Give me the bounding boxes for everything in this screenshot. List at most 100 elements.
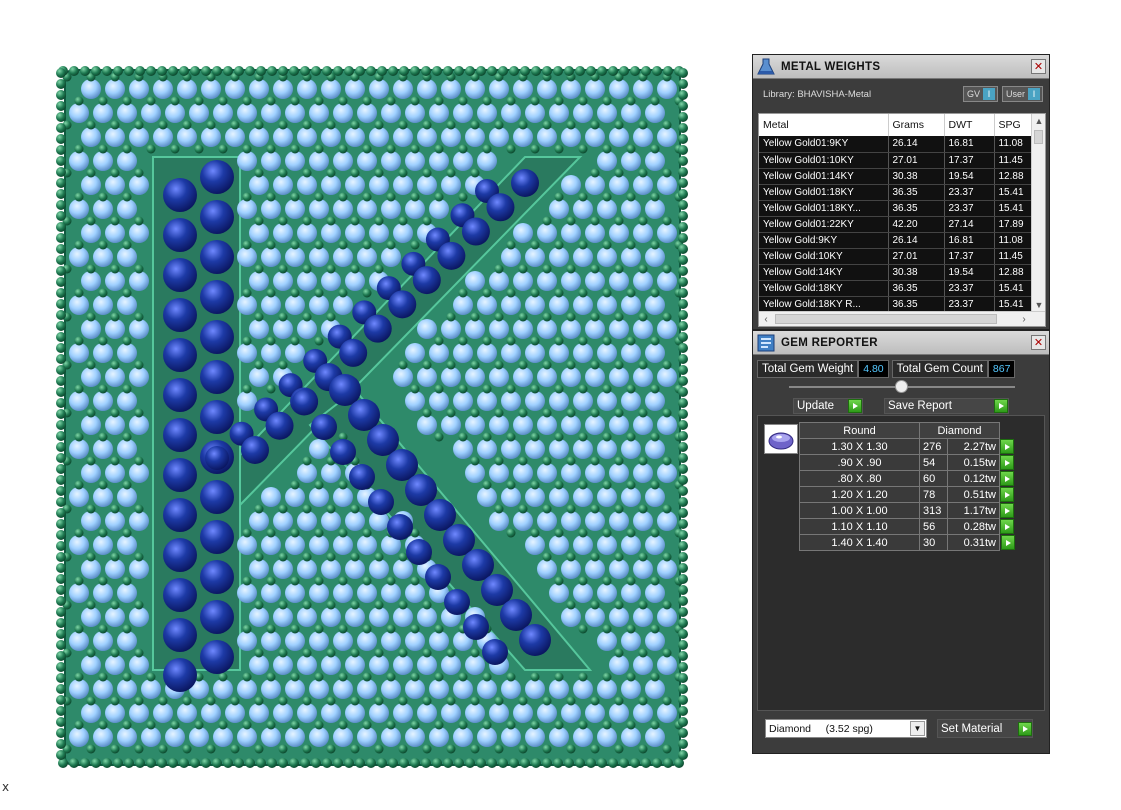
play-icon	[848, 399, 862, 413]
metal-row[interactable]: Yellow Gold01:22KY 42.20 27.14 17.89	[759, 216, 1035, 233]
gem-reporter-titlebar[interactable]: GEM REPORTER ✕	[753, 331, 1049, 355]
scroll-up-icon[interactable]: ▲	[1032, 114, 1045, 128]
metal-row[interactable]: Yellow Gold:18KY 36.35 23.37 15.41	[759, 280, 1035, 297]
metal-row[interactable]: Yellow Gold:18KY R... 36.35 23.37 15.41	[759, 296, 1035, 313]
melee-gem	[602, 624, 612, 634]
melee-gem	[110, 312, 120, 322]
metal-column-header[interactable]: DWT	[944, 114, 995, 136]
border-bead	[56, 255, 66, 265]
vertical-scroll-thumb[interactable]	[1034, 130, 1043, 144]
melee-gem	[134, 216, 144, 226]
light-gem	[297, 463, 317, 483]
melee-gem	[554, 144, 564, 154]
border-bead	[575, 66, 585, 76]
metal-row[interactable]: Yellow Gold:9KY 26.14 16.81 11.08	[759, 232, 1035, 249]
metal-table-vertical-scrollbar[interactable]: ▲ ▼	[1031, 114, 1045, 312]
light-gem	[549, 679, 569, 699]
gem-row-select-button[interactable]	[1000, 439, 1015, 455]
scroll-down-icon[interactable]: ▼	[1032, 298, 1045, 312]
horizontal-scroll-thumb[interactable]	[775, 314, 997, 324]
scroll-left-icon[interactable]: ‹	[759, 312, 773, 326]
light-gem	[117, 487, 137, 507]
gem-row-select-button[interactable]	[1000, 519, 1015, 535]
gem-row-select-button[interactable]	[1000, 535, 1015, 551]
metal-column-header[interactable]: Grams	[888, 114, 945, 136]
melee-gem	[626, 336, 636, 346]
metal-row[interactable]: Yellow Gold:14KY 30.38 19.54 12.88	[759, 264, 1035, 281]
light-gem	[597, 151, 617, 171]
dark-gem	[339, 338, 368, 367]
melee-gem	[98, 432, 108, 442]
border-bead	[91, 66, 101, 76]
melee-gem	[134, 408, 144, 418]
update-button[interactable]: Update	[793, 398, 863, 414]
gv-toggle[interactable]: GV I	[962, 86, 998, 102]
metal-table-horizontal-scrollbar[interactable]: ‹ ›	[759, 311, 1045, 326]
light-gem	[573, 199, 593, 219]
pendant-3d-viewport[interactable]	[55, 65, 695, 770]
border-bead	[678, 607, 688, 617]
metal-row[interactable]: Yellow Gold01:18KY 36.35 23.37 15.41	[759, 184, 1035, 201]
light-gem	[285, 103, 305, 123]
save-report-button[interactable]: Save Report	[884, 398, 1009, 414]
scroll-right-icon[interactable]: ›	[1017, 312, 1031, 326]
melee-gem	[482, 336, 492, 346]
melee-gem	[446, 744, 456, 754]
gem-row-select-button[interactable]	[1000, 487, 1015, 503]
melee-gem	[542, 360, 552, 370]
border-bead	[377, 66, 387, 76]
metal-cell: 11.08	[994, 136, 1035, 153]
melee-gem	[122, 288, 132, 298]
metal-row[interactable]: Yellow Gold01:18KY... 36.35 23.37 15.41	[759, 200, 1035, 217]
melee-gem	[170, 144, 180, 154]
set-material-button[interactable]: Set Material	[937, 719, 1033, 738]
light-gem	[393, 559, 413, 579]
light-gem	[417, 607, 437, 627]
light-gem	[429, 679, 449, 699]
light-gem	[105, 175, 125, 195]
border-bead	[520, 66, 530, 76]
material-select[interactable]: Diamond (3.52 spg) ▼	[765, 719, 927, 738]
melee-gem	[422, 696, 432, 706]
metal-column-header[interactable]: SPG	[994, 114, 1035, 136]
gem-slider-knob[interactable]	[895, 380, 908, 393]
close-icon[interactable]: ✕	[1031, 59, 1046, 74]
melee-gem	[386, 624, 396, 634]
gem-row-select-button[interactable]	[1000, 503, 1015, 519]
metal-column-header[interactable]: Metal	[759, 114, 889, 136]
gem-row-select-button[interactable]	[1000, 455, 1015, 471]
metal-row[interactable]: Yellow Gold:10KY 27.01 17.37 11.45	[759, 248, 1035, 265]
melee-gem	[86, 504, 96, 514]
gem-row-select-button[interactable]	[1000, 471, 1015, 487]
dark-gem	[200, 320, 234, 354]
metal-cell: 23.37	[944, 280, 995, 297]
melee-gem	[614, 504, 624, 514]
melee-gem	[602, 720, 612, 730]
melee-gem	[398, 216, 408, 226]
border-bead	[311, 758, 321, 768]
metal-weights-titlebar[interactable]: METAL WEIGHTS ✕	[753, 55, 1049, 79]
melee-gem	[458, 192, 468, 202]
chevron-down-icon[interactable]: ▼	[910, 721, 925, 736]
light-gem	[105, 79, 125, 99]
light-gem	[489, 367, 509, 387]
metal-cell: 15.41	[994, 200, 1035, 217]
metal-table[interactable]: Metal Grams DWT SPG Yellow Gold01:9KY 26.14 1…	[758, 113, 1046, 327]
melee-gem	[506, 432, 516, 442]
metal-cell: 11.08	[994, 232, 1035, 249]
light-gem	[453, 439, 473, 459]
melee-gem	[326, 696, 336, 706]
metal-row[interactable]: Yellow Gold01:9KY 26.14 16.81 11.08	[759, 136, 1035, 153]
border-bead	[388, 66, 398, 76]
melee-gem	[542, 552, 552, 562]
light-gem	[69, 151, 89, 171]
close-icon[interactable]: ✕	[1031, 335, 1046, 350]
metal-row[interactable]: Yellow Gold01:14KY 30.38 19.54 12.88	[759, 168, 1035, 185]
melee-gem	[350, 168, 360, 178]
light-gem	[573, 343, 593, 363]
user-toggle[interactable]: User I	[1001, 86, 1043, 102]
melee-gem	[278, 312, 288, 322]
melee-gem	[290, 576, 300, 586]
metal-row[interactable]: Yellow Gold01:10KY 27.01 17.37 11.45	[759, 152, 1035, 169]
light-gem	[129, 271, 149, 291]
